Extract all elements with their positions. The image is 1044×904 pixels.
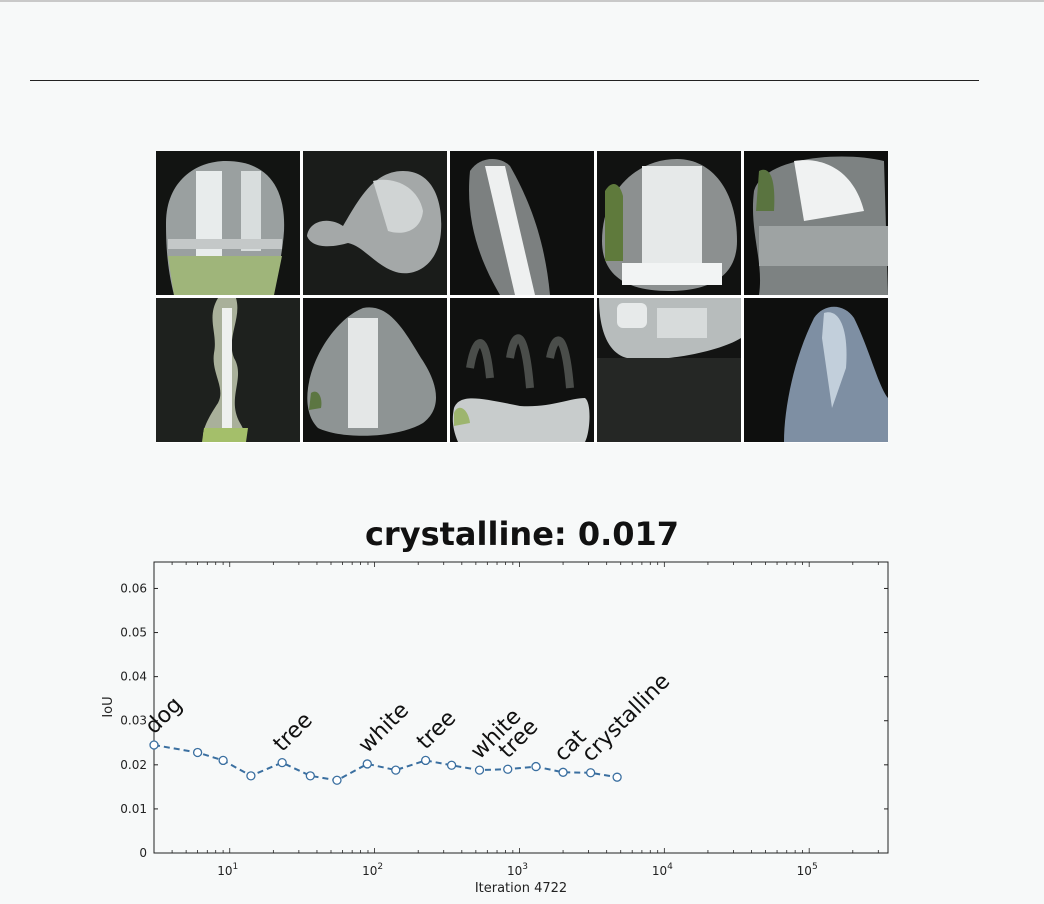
image-tile (597, 151, 741, 295)
plot-frame (153, 561, 889, 854)
chart-plot: 0 0.01 0.02 0.03 0.04 0.05 0.06 101 102 103 104 10… (101, 561, 889, 896)
data-point (531, 761, 541, 772)
x-axis-label: Iteration 4722 (475, 881, 567, 896)
data-point (446, 760, 457, 770)
y-axis-label: IoU (101, 696, 116, 717)
y-tick-label: 0.04 (120, 670, 147, 684)
image-tile (450, 298, 594, 442)
data-point (192, 747, 203, 758)
image-tile (303, 298, 447, 442)
x-tick-label: 103 (507, 862, 528, 878)
top-border (0, 0, 1044, 2)
point-annotation: tree (494, 714, 543, 763)
image-tile (597, 298, 741, 442)
image-tile (303, 151, 447, 295)
data-point (305, 771, 315, 781)
data-point (612, 772, 622, 782)
image-tile (450, 151, 594, 295)
image-grid (156, 151, 888, 443)
data-point (277, 757, 287, 768)
y-tick-label: 0.05 (120, 626, 147, 640)
point-annotation: tree (269, 708, 318, 757)
data-point (246, 771, 256, 781)
header-rule (30, 80, 979, 81)
data-point (362, 759, 372, 769)
y-tick-label: 0.01 (120, 802, 147, 816)
point-annotation: tree (412, 706, 461, 755)
data-point (585, 768, 596, 778)
data-point (503, 764, 513, 774)
y-tick-label: 0.03 (120, 714, 147, 728)
data-point (474, 765, 485, 775)
data-point (420, 755, 431, 766)
point-annotation: white (466, 704, 526, 764)
x-tick-label: 102 (362, 862, 383, 878)
image-tile (744, 151, 888, 295)
data-point (558, 767, 568, 777)
image-tile (156, 151, 300, 295)
image-tile (156, 298, 300, 442)
image-tile (744, 298, 888, 442)
data-point (218, 755, 228, 766)
point-annotation: crystalline (577, 669, 675, 767)
x-tick-label: 105 (797, 862, 818, 878)
data-point (391, 765, 401, 775)
point-annotation: white (354, 698, 414, 758)
data-point (332, 775, 342, 785)
x-tick-label: 104 (652, 862, 673, 878)
x-tick-label: 101 (217, 862, 238, 878)
y-tick-label: 0.02 (120, 758, 147, 772)
y-tick-label: 0 (139, 846, 147, 860)
y-tick-label: 0.06 (120, 581, 147, 595)
data-point (149, 740, 159, 750)
chart-title: crystalline: 0.017 (364, 515, 680, 553)
point-annotation: dog (141, 692, 188, 739)
point-annotation: cat (550, 724, 592, 766)
series-line (153, 744, 618, 782)
